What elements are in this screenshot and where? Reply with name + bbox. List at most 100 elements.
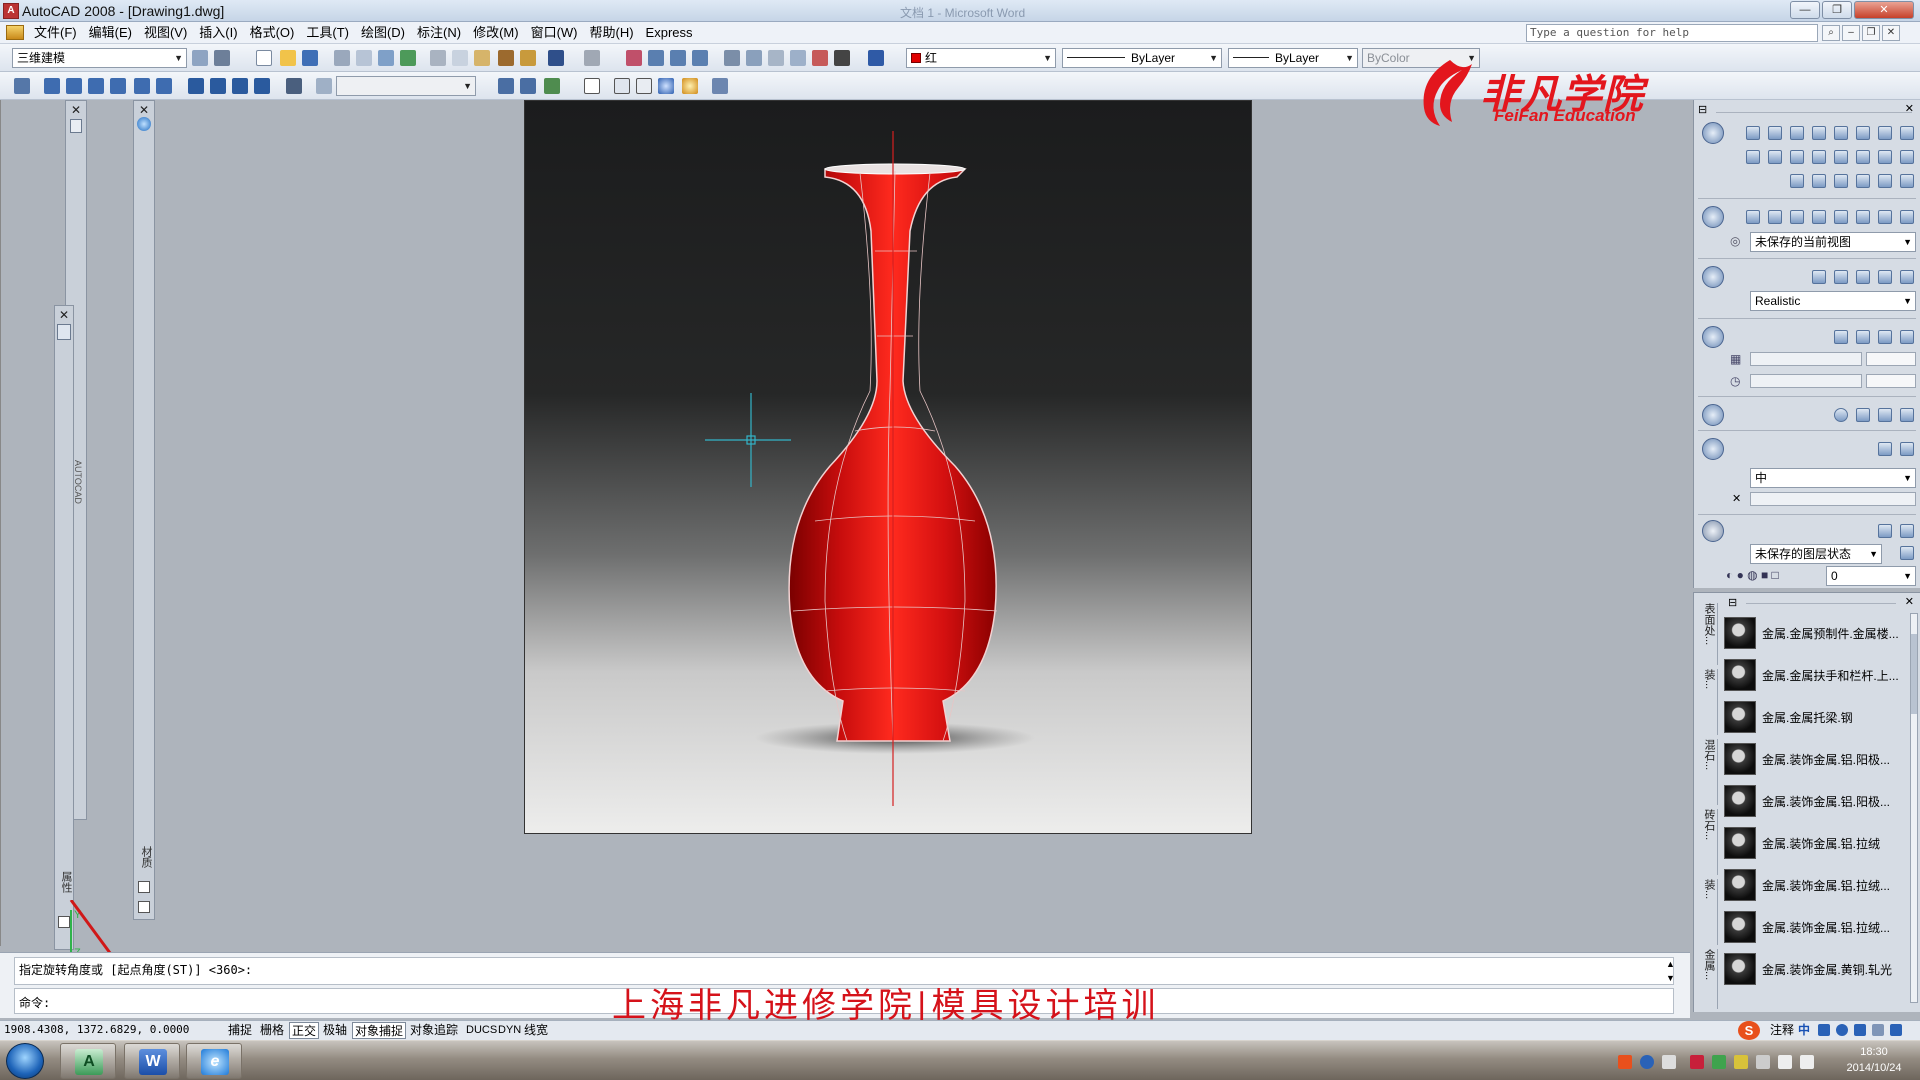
2d-wireframe-icon[interactable] (584, 78, 600, 94)
3d-move-icon[interactable] (1856, 174, 1870, 188)
linetype-dropdown[interactable]: ByLayer ▼ (1062, 48, 1222, 68)
scroll-down-icon[interactable]: ▼ (1666, 973, 1675, 983)
se-iso-view-icon[interactable] (210, 78, 226, 94)
3d-dwf-icon[interactable] (400, 50, 416, 66)
lineweight-toggle[interactable]: 线宽 (522, 1022, 550, 1039)
wedge-icon[interactable] (1790, 126, 1804, 140)
back-view-icon[interactable] (156, 78, 172, 94)
date-slider[interactable] (1750, 352, 1862, 366)
3d-make-section-icon[interactable] (1702, 122, 1724, 144)
point-light-icon[interactable] (1834, 330, 1848, 344)
render-viewport[interactable] (524, 100, 1252, 834)
bottom-view-icon[interactable] (66, 78, 82, 94)
date-field[interactable] (1866, 352, 1916, 366)
dyn-toggle[interactable]: DYN (496, 1022, 523, 1039)
materials-section-icon[interactable] (1702, 404, 1724, 426)
sphere-icon[interactable] (1834, 126, 1848, 140)
thicken-icon[interactable] (1878, 150, 1892, 164)
extrude-icon[interactable] (1746, 150, 1760, 164)
render-section-icon[interactable] (1702, 438, 1724, 460)
top-view-icon[interactable] (44, 78, 60, 94)
nw-iso-view-icon[interactable] (254, 78, 270, 94)
orbit-icon[interactable] (1790, 210, 1804, 224)
sw-iso-view-icon[interactable] (188, 78, 204, 94)
conceptual-icon[interactable] (1856, 270, 1870, 284)
material-sphere-icon[interactable] (1834, 408, 1848, 422)
doc-restore-button[interactable]: ❐ (1862, 25, 1880, 41)
lineweight-dropdown[interactable]: ByLayer ▼ (1228, 48, 1358, 68)
ne-iso-view-icon[interactable] (232, 78, 248, 94)
time-field[interactable] (1866, 374, 1916, 388)
help-search-icon[interactable]: ⌕ (1822, 25, 1840, 41)
grid-toggle[interactable]: 栅格 (258, 1022, 286, 1039)
taskbar-clock[interactable]: 18:30 2014/10/24 (1832, 1044, 1916, 1076)
ducs-toggle[interactable]: DUCS (464, 1022, 499, 1039)
sogou-ime-icon[interactable]: S (1738, 1021, 1760, 1040)
sogou-tray-icon[interactable] (1618, 1055, 1632, 1069)
workspace-save-icon[interactable] (214, 50, 230, 66)
autocad-app-icon[interactable]: A (3, 3, 19, 19)
color-dropdown[interactable]: 红 ▼ (906, 48, 1056, 68)
copy-icon[interactable] (452, 50, 468, 66)
material-item[interactable]: 金属.装饰金属.铝.拉绒... (1724, 907, 1918, 947)
fly-icon[interactable] (1834, 210, 1848, 224)
menu-draw[interactable]: 绘图(D) (355, 25, 411, 41)
menu-format[interactable]: 格式(O) (244, 25, 301, 41)
conceptual-style-icon[interactable] (682, 78, 698, 94)
ime-mode-label[interactable]: 中 (1796, 1022, 1812, 1039)
front-view-icon[interactable] (134, 78, 150, 94)
palette-autohide-icon[interactable] (70, 119, 82, 133)
menu-file[interactable]: 文件(F) (28, 25, 83, 41)
menu-window[interactable]: 窗口(W) (525, 25, 584, 41)
section-plane-icon[interactable] (1900, 150, 1914, 164)
walk-icon[interactable] (1812, 210, 1826, 224)
design-center-icon[interactable] (746, 50, 762, 66)
layers-section-icon[interactable] (1702, 520, 1724, 542)
tool-palette-tab[interactable]: 砖石... (1696, 809, 1718, 875)
box-icon[interactable] (1768, 126, 1782, 140)
3d-orbit-icon[interactable] (498, 78, 514, 94)
layer-state-manager-icon[interactable] (1900, 546, 1914, 560)
revolve-icon[interactable] (1768, 150, 1782, 164)
layer-state-dropdown[interactable]: 未保存的图层状态 ▼ (1750, 544, 1882, 564)
shield-tray-icon[interactable] (1712, 1055, 1726, 1069)
camera-icon[interactable] (286, 78, 302, 94)
paste-icon[interactable] (474, 50, 490, 66)
presspull-icon[interactable] (1834, 150, 1848, 164)
sun-icon[interactable] (1856, 330, 1870, 344)
perspective-icon[interactable] (1878, 210, 1892, 224)
drawing-area[interactable]: ✕ ✕ 属性 AUTOCAD ✕ 材质 Y Z (0, 100, 1690, 980)
network-tray-icon[interactable] (1778, 1055, 1792, 1069)
layer-properties-icon[interactable] (1878, 524, 1892, 538)
edge-icon[interactable] (1878, 270, 1892, 284)
open-file-icon[interactable] (280, 50, 296, 66)
properties-icon[interactable] (724, 50, 740, 66)
tool-palette-tab[interactable]: 装... (1696, 879, 1718, 945)
left-view-icon[interactable] (88, 78, 104, 94)
snap-toggle[interactable]: 捕捉 (226, 1022, 254, 1039)
lights-section-icon[interactable] (1702, 326, 1724, 348)
remove-icon[interactable]: ✕ (1732, 492, 1741, 505)
visual-styles-section-icon[interactable] (1702, 266, 1724, 288)
plot-icon[interactable] (334, 50, 350, 66)
continuous-orbit-icon[interactable] (544, 78, 560, 94)
3d-wireframe-icon[interactable] (614, 78, 630, 94)
material-item[interactable]: 金属.装饰金属.铝.阳极... (1724, 781, 1918, 821)
tool-palette-tab[interactable]: 装... (1696, 669, 1718, 735)
help-icon[interactable] (868, 50, 884, 66)
layer-dropdown[interactable]: 0 ▼ (1826, 566, 1916, 586)
ie-taskbar-button[interactable]: e (186, 1043, 242, 1079)
material-item[interactable]: 金属.金属扶手和栏杆.上... (1724, 655, 1918, 695)
doc-minimize-button[interactable]: – (1842, 25, 1860, 41)
light-list-icon[interactable] (1878, 330, 1892, 344)
menu-help[interactable]: 帮助(H) (584, 25, 640, 41)
collapse-icon[interactable]: ⊟ (1728, 596, 1737, 609)
pan-icon[interactable] (1746, 210, 1760, 224)
otrack-toggle[interactable]: 对象追踪 (408, 1022, 460, 1039)
windows-start-button[interactable] (6, 1043, 44, 1079)
3d-rotate-icon[interactable] (1878, 174, 1892, 188)
usb-tray-icon[interactable] (1756, 1055, 1770, 1069)
block-editor-icon[interactable] (520, 50, 536, 66)
polar-toggle[interactable]: 极轴 (321, 1022, 349, 1039)
menu-dimension[interactable]: 标注(N) (411, 25, 467, 41)
